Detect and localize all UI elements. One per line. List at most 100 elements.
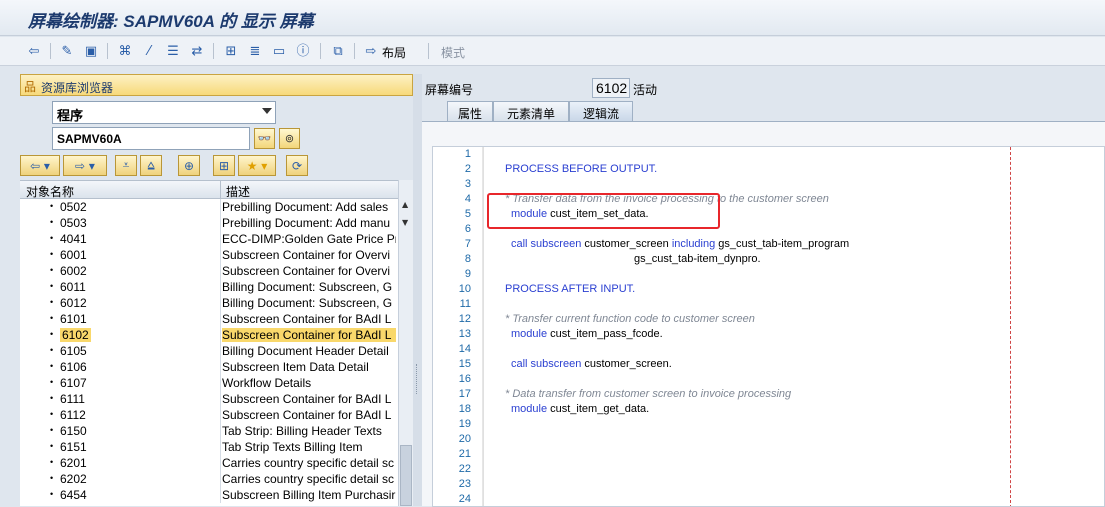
screen-number-field[interactable]: 6102	[592, 78, 630, 98]
table-row[interactable]: 6002 Subscreen Container for Overvi	[20, 263, 398, 279]
layout-button[interactable]: 布局	[382, 44, 406, 61]
object-name-input[interactable]	[52, 127, 250, 150]
tab-element-list[interactable]: 元素清单	[493, 101, 569, 121]
table-row[interactable]: 4041 ECC-DIMP:Golden Gate Price Pr	[20, 231, 398, 247]
repository-browser-panel: 品 资源库浏览器 程序 👓 ⊚ ⇦ ▾ ⇨ ▾ ⩡ ⩠ ⊕ ⊞ ★ ▾ ⟳ 对象…	[20, 74, 413, 506]
repository-browser-icon: 品	[24, 80, 37, 94]
back-arrow-icon[interactable]: ⇦	[25, 42, 43, 60]
object-list-scrollbar[interactable]: ▲ ▼	[398, 180, 413, 506]
line-number: 18	[458, 403, 471, 415]
previous-object-icon[interactable]: ⇦ ▾	[20, 155, 60, 176]
tree-add-icon[interactable]: ⊞	[213, 155, 235, 176]
table-row[interactable]: 6151 Tab Strip Texts Billing Item	[20, 439, 398, 455]
screen-number-label: 屏幕编号	[425, 83, 474, 97]
repository-browser-header[interactable]: 品 资源库浏览器	[20, 74, 413, 96]
reset-icon[interactable]: ⊚	[279, 128, 300, 149]
line-number: 5	[464, 208, 471, 220]
object-desc: Subscreen Item Data Detail	[222, 360, 369, 374]
favorites-star-icon[interactable]: ★ ▾	[238, 155, 276, 176]
column-header-name[interactable]: 对象名称	[26, 183, 74, 200]
code-line-17[interactable]: * Data transfer from customer screen to …	[505, 388, 791, 400]
mode-button[interactable]: 模式	[441, 44, 465, 61]
table-row[interactable]: 0503 Prebilling Document: Add manu	[20, 215, 398, 231]
line-number: 13	[458, 328, 471, 340]
object-list-icon[interactable]: ☰	[164, 42, 182, 60]
table-row[interactable]: 6107 Workflow Details	[20, 375, 398, 391]
column-divider	[220, 263, 221, 279]
line-number: 11	[459, 298, 471, 310]
code-line-15[interactable]: call subscreen customer_screen.	[511, 358, 672, 370]
refresh-icon[interactable]: ⟳	[286, 155, 308, 176]
panel-splitter[interactable]	[413, 74, 422, 506]
code-line-12[interactable]: * Transfer current function code to cust…	[505, 313, 755, 325]
browser-nav-toolbar: ⇦ ▾ ⇨ ▾ ⩡ ⩠ ⊕ ⊞ ★ ▾ ⟳	[20, 155, 413, 177]
table-row[interactable]: 6011 Billing Document: Subscreen, G	[20, 279, 398, 295]
table-row[interactable]: 6105 Billing Document Header Detail	[20, 343, 398, 359]
window-icon[interactable]: ▭	[270, 42, 288, 60]
activate-icon[interactable]: ▣	[82, 42, 100, 60]
line-number: 23	[458, 478, 471, 490]
table-row[interactable]: 6201 Carries country specific detail sc	[20, 455, 398, 471]
line-number: 7	[464, 238, 471, 250]
object-name: 6011	[50, 280, 86, 294]
stack-icon[interactable]: ≣	[246, 42, 264, 60]
table-row[interactable]: 6454 Subscreen Billing Item Purchasir	[20, 487, 398, 503]
column-divider	[220, 391, 221, 407]
layout-arrow-icon[interactable]: ⇨	[362, 42, 380, 60]
display-change-icon[interactable]: ✎	[58, 42, 76, 60]
line-number: 1	[464, 148, 471, 160]
subscreen-area: customer_screen.	[581, 358, 672, 370]
find-binoculars-icon[interactable]: ⊕	[178, 155, 200, 176]
hierarchy-red-icon[interactable]: ⧉	[329, 42, 347, 60]
table-row[interactable]: 6202 Carries country specific detail sc	[20, 471, 398, 487]
column-divider	[220, 471, 221, 487]
line-number: 20	[458, 433, 471, 445]
scrollbar-thumb[interactable]	[400, 445, 412, 506]
column-header-desc[interactable]: 描述	[226, 183, 250, 200]
info-icon[interactable]: ⓘ	[294, 42, 312, 60]
code-editor[interactable]: 1 2 3 4 5 6 7 8 9 10 11 12 13 14 15 16 17 18 19 20 21 22 23 24 …	[432, 146, 1105, 507]
tab-attributes[interactable]: 属性	[447, 101, 493, 121]
table-row[interactable]: 0502 Prebilling Document: Add sales	[20, 199, 398, 215]
table-row[interactable]: 6102 Subscreen Container for BAdI L	[20, 327, 398, 343]
object-desc: Workflow Details	[222, 376, 312, 390]
screen-painter-panel: 屏幕编号 6102 活动 属性 元素清单 逻辑流 1 2 3 4 5 6 7 8 9 10 11 12…	[422, 74, 1105, 507]
table-row[interactable]: 6106 Subscreen Item Data Detail	[20, 359, 398, 375]
tree-icon[interactable]: ⊞	[222, 42, 240, 60]
scroll-up-icon[interactable]: ▲	[402, 200, 408, 209]
code-line-18[interactable]: module cust_item_get_data.	[511, 403, 649, 415]
code-line-13[interactable]: module cust_item_pass_fcode.	[511, 328, 663, 340]
tab-flow-logic[interactable]: 逻辑流	[569, 101, 633, 121]
where-used-icon[interactable]: ⇄	[188, 42, 206, 60]
code-line-7[interactable]: call subscreen customer_screen including…	[511, 238, 849, 250]
column-divider	[220, 247, 221, 263]
chevron-down-icon[interactable]	[262, 108, 272, 114]
table-row[interactable]: 6111 Subscreen Container for BAdI L	[20, 391, 398, 407]
collapse-subtree-icon[interactable]: ⩠	[140, 155, 162, 176]
table-row[interactable]: 6012 Billing Document: Subscreen, G	[20, 295, 398, 311]
object-type-select[interactable]: 程序	[52, 101, 276, 124]
table-row[interactable]: 6150 Tab Strip: Billing Header Texts	[20, 423, 398, 439]
table-row[interactable]: 6001 Subscreen Container for Overvi	[20, 247, 398, 263]
splitter-grip[interactable]	[416, 364, 418, 394]
line-number: 24	[458, 493, 471, 505]
code-line-8[interactable]: gs_cust_tab-item_dynpro.	[634, 253, 761, 265]
code-line-2[interactable]: PROCESS BEFORE OUTPUT.	[505, 163, 657, 175]
expand-subtree-icon[interactable]: ⩡	[115, 155, 137, 176]
line-number-gutter: 1 2 3 4 5 6 7 8 9 10 11 12 13 14 15 16 17 18 19 20 21 22 23 24	[433, 147, 483, 506]
line-number: 2	[464, 163, 471, 175]
next-object-icon[interactable]: ⇨ ▾	[63, 155, 107, 176]
line-number: 14	[458, 343, 471, 355]
display-glasses-icon[interactable]: 👓	[254, 128, 275, 149]
object-desc: Billing Document: Subscreen, G	[222, 296, 393, 310]
hierarchy-icon[interactable]: ⌘	[116, 42, 134, 60]
table-row[interactable]: 6112 Subscreen Container for BAdI L	[20, 407, 398, 423]
object-name: 6201	[50, 456, 87, 470]
table-row[interactable]: 6101 Subscreen Container for BAdI L	[20, 311, 398, 327]
code-line-10[interactable]: PROCESS AFTER INPUT.	[505, 283, 635, 295]
object-desc: Subscreen Container for BAdI L	[222, 392, 392, 406]
scroll-down-icon[interactable]: ▼	[402, 218, 408, 227]
column-divider[interactable]	[220, 181, 221, 199]
object-desc: Prebilling Document: Add sales	[222, 200, 389, 214]
magic-wand-icon[interactable]: ⁄	[140, 42, 158, 60]
